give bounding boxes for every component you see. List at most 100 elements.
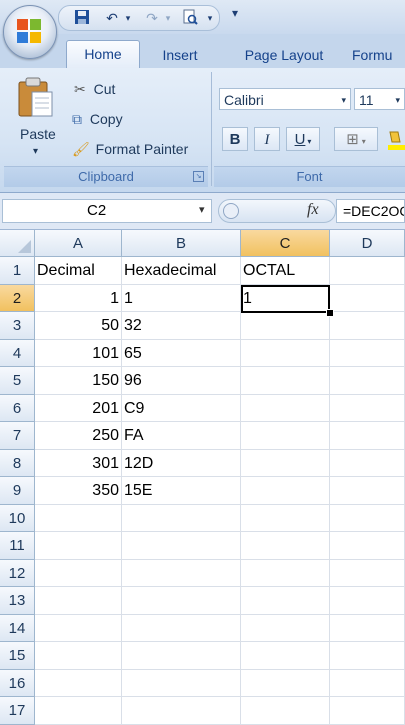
cell-b7[interactable]: FA xyxy=(122,422,241,450)
cell-d16[interactable] xyxy=(330,669,405,697)
cell-b8[interactable]: 12D xyxy=(122,449,241,477)
font-name-combo[interactable]: Calibri ▾ xyxy=(219,88,351,110)
cell-b5[interactable]: 96 xyxy=(122,367,241,395)
cell-a1[interactable]: Decimal xyxy=(35,257,122,285)
cell-a17[interactable] xyxy=(35,697,122,725)
italic-button[interactable]: I xyxy=(254,127,280,151)
tab-home[interactable]: Home xyxy=(66,40,140,70)
row-header[interactable]: 8 xyxy=(0,449,35,477)
cell-a7[interactable]: 250 xyxy=(35,422,122,450)
row-header[interactable]: 13 xyxy=(0,587,35,615)
bold-button[interactable]: B xyxy=(222,127,248,151)
cell-b15[interactable] xyxy=(122,642,241,670)
cell-c16[interactable] xyxy=(241,669,330,697)
cell-c1[interactable]: OCTAL xyxy=(241,257,330,285)
row-header[interactable]: 4 xyxy=(0,339,35,367)
paste-icon[interactable] xyxy=(16,76,56,120)
cell-c13[interactable] xyxy=(241,587,330,615)
cell-a10[interactable] xyxy=(35,504,122,532)
office-button[interactable] xyxy=(3,5,57,59)
underline-button[interactable]: U ▾ xyxy=(286,127,320,151)
expand-icon[interactable] xyxy=(223,203,239,219)
cell-b17[interactable] xyxy=(122,697,241,725)
column-header-b[interactable]: B xyxy=(122,230,241,257)
cell-b11[interactable] xyxy=(122,532,241,560)
column-header-a[interactable]: A xyxy=(35,230,122,257)
print-preview-icon[interactable] xyxy=(181,9,199,27)
cell-b1[interactable]: Hexadecimal xyxy=(122,257,241,285)
row-header[interactable]: 6 xyxy=(0,394,35,422)
cell-d3[interactable] xyxy=(330,312,405,340)
row-header[interactable]: 15 xyxy=(0,642,35,670)
cell-d11[interactable] xyxy=(330,532,405,560)
cell-b14[interactable] xyxy=(122,614,241,642)
cell-b13[interactable] xyxy=(122,587,241,615)
tab-formulas[interactable]: Formu xyxy=(352,42,405,68)
qat-dropdown-icon[interactable]: ▾ xyxy=(201,9,219,27)
cell-a14[interactable] xyxy=(35,614,122,642)
cell-a3[interactable]: 50 xyxy=(35,312,122,340)
row-header[interactable]: 9 xyxy=(0,477,35,505)
cell-c5[interactable] xyxy=(241,367,330,395)
cell-b9[interactable]: 15E xyxy=(122,477,241,505)
cell-d8[interactable] xyxy=(330,449,405,477)
cell-d13[interactable] xyxy=(330,587,405,615)
row-header[interactable]: 10 xyxy=(0,504,35,532)
insert-function-button[interactable]: fx xyxy=(307,201,319,219)
cell-d10[interactable] xyxy=(330,504,405,532)
chevron-down-icon[interactable]: ▾ xyxy=(341,89,346,111)
cell-a16[interactable] xyxy=(35,669,122,697)
select-all-button[interactable] xyxy=(0,230,35,257)
cell-b16[interactable] xyxy=(122,669,241,697)
redo-dropdown-icon[interactable]: ▾ xyxy=(159,9,177,27)
cell-c8[interactable] xyxy=(241,449,330,477)
cell-a8[interactable]: 301 xyxy=(35,449,122,477)
formula-input[interactable]: =DEC2OCT(A2) xyxy=(336,199,405,223)
chevron-down-icon[interactable]: ▾ xyxy=(395,89,400,111)
cell-a2[interactable]: 1 xyxy=(35,284,122,312)
cell-c10[interactable] xyxy=(241,504,330,532)
cell-b10[interactable] xyxy=(122,504,241,532)
cell-c14[interactable] xyxy=(241,614,330,642)
cell-d9[interactable] xyxy=(330,477,405,505)
cell-d1[interactable] xyxy=(330,257,405,285)
cell-a12[interactable] xyxy=(35,559,122,587)
row-header[interactable]: 5 xyxy=(0,367,35,395)
column-header-c[interactable]: C xyxy=(241,230,330,257)
customize-qat-icon[interactable]: ▾ xyxy=(232,6,238,20)
undo-dropdown-icon[interactable]: ▾ xyxy=(119,9,137,27)
format-painter-button[interactable]: 🖌 Format Painter xyxy=(72,139,188,159)
cell-d12[interactable] xyxy=(330,559,405,587)
paste-dropdown-icon[interactable]: ▾ xyxy=(33,142,38,162)
tab-page-layout[interactable]: Page Layout xyxy=(228,42,340,68)
cell-d17[interactable] xyxy=(330,697,405,725)
font-size-combo[interactable]: 11 ▾ xyxy=(354,88,405,110)
name-box[interactable]: C2 ▾ xyxy=(2,199,212,223)
paste-button[interactable]: Paste xyxy=(20,124,56,144)
cell-a5[interactable]: 150 xyxy=(35,367,122,395)
cell-c17[interactable] xyxy=(241,697,330,725)
row-header[interactable]: 2 xyxy=(0,284,35,312)
cell-c7[interactable] xyxy=(241,422,330,450)
copy-button[interactable]: ⧉ Copy xyxy=(72,109,123,129)
cell-c6[interactable] xyxy=(241,394,330,422)
save-icon[interactable] xyxy=(73,9,91,27)
fill-handle[interactable] xyxy=(326,309,334,317)
row-header[interactable]: 7 xyxy=(0,422,35,450)
cell-a9[interactable]: 350 xyxy=(35,477,122,505)
cell-d15[interactable] xyxy=(330,642,405,670)
row-header[interactable]: 14 xyxy=(0,614,35,642)
cell-b2[interactable]: 1 xyxy=(122,284,241,312)
dialog-launcher-icon[interactable]: ↘ xyxy=(193,171,204,182)
cell-c12[interactable] xyxy=(241,559,330,587)
column-header-d[interactable]: D xyxy=(330,230,405,257)
cell-a13[interactable] xyxy=(35,587,122,615)
row-header[interactable]: 12 xyxy=(0,559,35,587)
cell-a6[interactable]: 201 xyxy=(35,394,122,422)
cell-c4[interactable] xyxy=(241,339,330,367)
row-header[interactable]: 1 xyxy=(0,257,35,285)
row-header[interactable]: 16 xyxy=(0,669,35,697)
cell-c9[interactable] xyxy=(241,477,330,505)
chevron-down-icon[interactable]: ▾ xyxy=(199,203,205,216)
row-header[interactable]: 11 xyxy=(0,532,35,560)
